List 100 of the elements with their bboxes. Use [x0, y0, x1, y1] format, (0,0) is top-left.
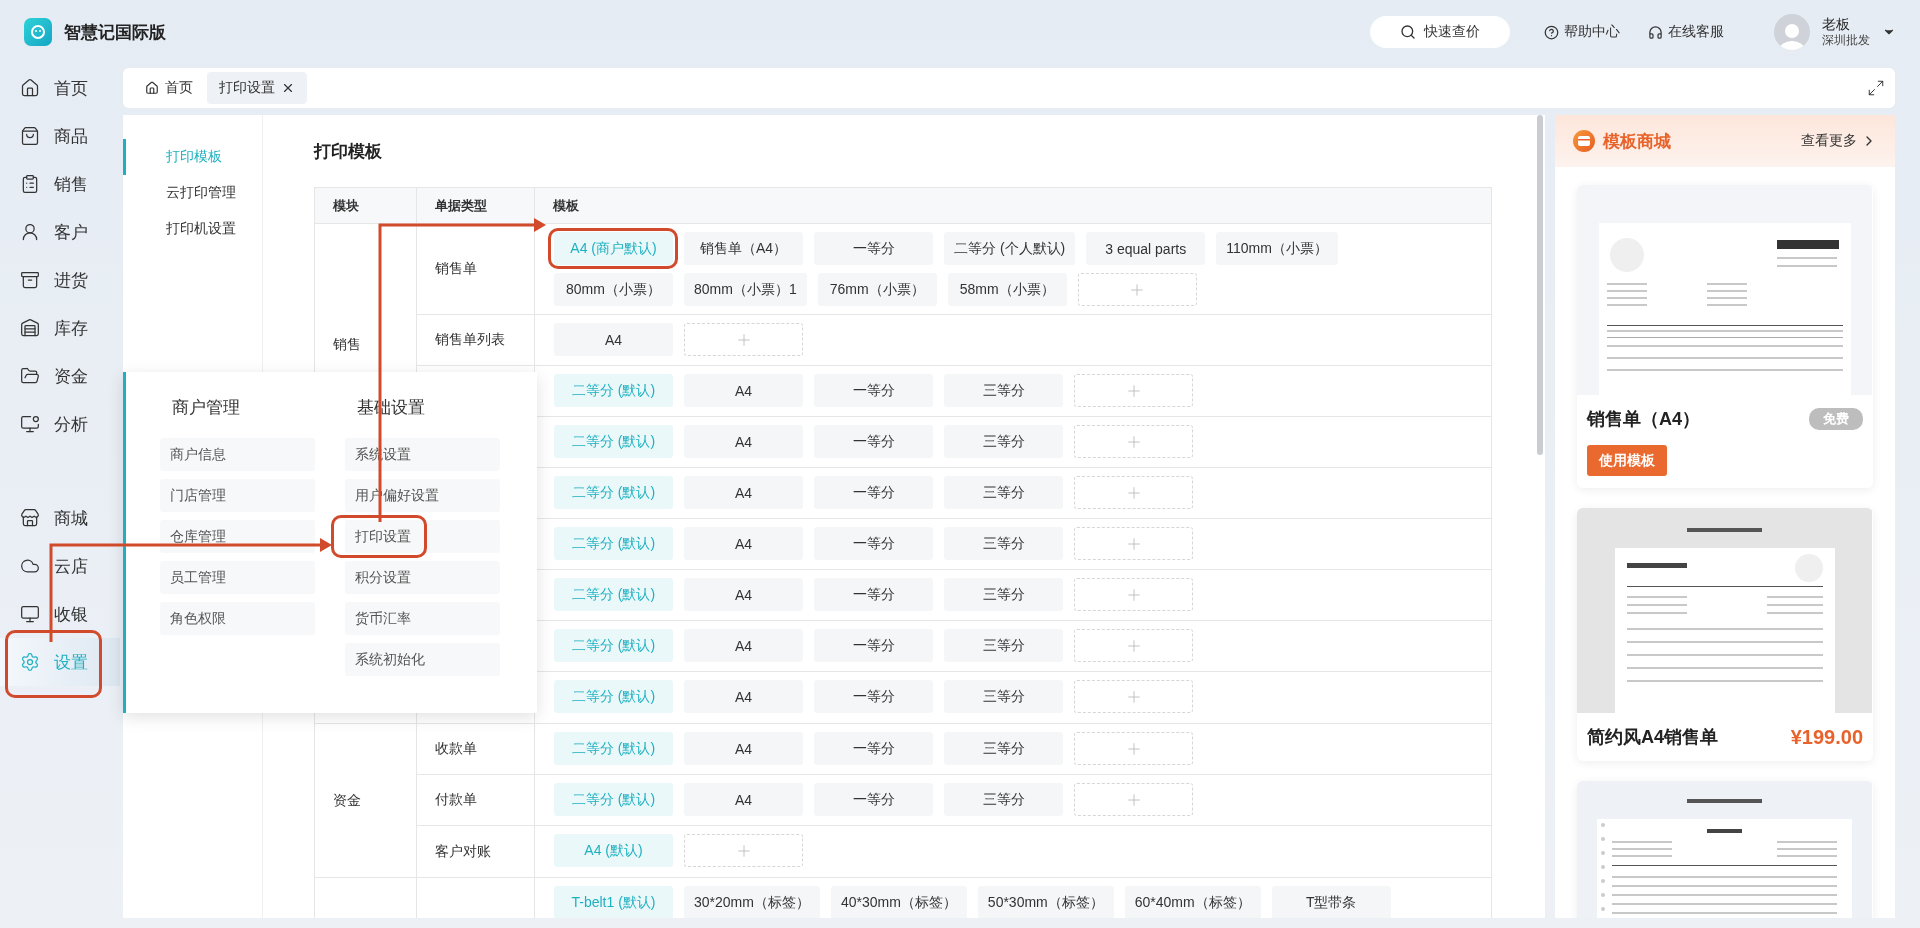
template-chip[interactable]: 80mm（小票）	[554, 273, 673, 306]
menu-item[interactable]: 商户信息	[160, 438, 315, 471]
menu-item[interactable]: 货币汇率	[345, 602, 500, 635]
avatar-icon[interactable]	[1774, 14, 1810, 50]
template-chip[interactable]: 76mm（小票）	[817, 273, 937, 306]
add-template-button[interactable]	[1074, 374, 1193, 407]
store-name: 深圳批发	[1822, 32, 1870, 48]
house-icon	[145, 81, 159, 95]
template-chip[interactable]: 60*40mm（标签）	[1124, 886, 1261, 918]
template-chip[interactable]: A4	[684, 578, 803, 611]
sidebar-item[interactable]: 云店	[0, 542, 120, 590]
view-more-link[interactable]: 查看更多	[1801, 132, 1877, 150]
sidebar-item[interactable]: 客户	[0, 208, 120, 256]
add-template-button[interactable]	[1074, 629, 1193, 662]
add-template-button[interactable]	[1077, 273, 1197, 306]
template-chip[interactable]: 一等分	[814, 732, 933, 765]
add-template-button[interactable]	[1074, 732, 1193, 765]
template-chip[interactable]: A4	[684, 680, 803, 713]
online-service-link[interactable]: 在线客服	[1640, 23, 1732, 41]
template-chip[interactable]: A4	[554, 323, 673, 356]
template-chip[interactable]: 三等分	[944, 629, 1063, 662]
template-chip[interactable]: 一等分	[814, 232, 933, 265]
template-chip[interactable]: A4	[684, 783, 803, 816]
document-type-cell: 付款单	[435, 791, 477, 809]
menu-item[interactable]: 打印设置	[345, 520, 500, 553]
template-chip[interactable]: 三等分	[944, 527, 1063, 560]
template-chip[interactable]: 一等分	[814, 783, 933, 816]
bag-icon	[20, 126, 40, 146]
template-chip[interactable]: 110mm（小票）	[1216, 232, 1338, 265]
sidebar-item[interactable]: 商城	[0, 494, 120, 542]
template-chip[interactable]: 一等分	[814, 527, 933, 560]
template-chip[interactable]: 三等分	[944, 425, 1063, 458]
fullscreen-icon[interactable]	[1867, 79, 1885, 97]
template-chip[interactable]: 一等分	[814, 425, 933, 458]
sidebar-item[interactable]: 商品	[0, 112, 120, 160]
template-chip[interactable]: A4	[684, 629, 803, 662]
add-template-button[interactable]	[1074, 425, 1193, 458]
store-icon	[20, 508, 40, 528]
user-icon	[20, 222, 40, 242]
template-chip[interactable]: A4	[684, 476, 803, 509]
add-template-button[interactable]	[684, 834, 803, 867]
template-chip[interactable]: 一等分	[814, 578, 933, 611]
menu-item[interactable]: 系统初始化	[345, 643, 500, 676]
app-name: 智慧记国际版	[64, 21, 166, 44]
sidebar-item[interactable]: 销售	[0, 160, 120, 208]
page-tab[interactable]: 首页	[133, 72, 205, 104]
add-template-button[interactable]	[1074, 680, 1193, 713]
template-store-title: 模板商城	[1603, 130, 1672, 153]
template-chip[interactable]: 一等分	[814, 629, 933, 662]
quick-price-button[interactable]: 快速查价	[1370, 16, 1510, 48]
template-chip[interactable]: A4	[684, 527, 803, 560]
menu-item[interactable]: 积分设置	[345, 561, 500, 594]
add-template-button[interactable]	[1074, 476, 1193, 509]
settings-nav-item[interactable]: 云打印管理	[123, 175, 262, 211]
sidebar-item[interactable]: 进货	[0, 256, 120, 304]
template-chip[interactable]: 30*20mm（标签）	[684, 886, 820, 918]
template-chip[interactable]: 三等分	[944, 374, 1063, 407]
add-template-button[interactable]	[1074, 578, 1193, 611]
store-icon	[1573, 130, 1595, 152]
add-template-button[interactable]	[684, 323, 803, 356]
template-chip[interactable]: 三等分	[944, 476, 1063, 509]
template-chip[interactable]: 58mm（小票）	[947, 273, 1067, 306]
menu-item[interactable]: 角色权限	[160, 602, 315, 635]
template-chip[interactable]: 3 equal parts	[1086, 232, 1206, 265]
add-template-button[interactable]	[1074, 783, 1193, 816]
app-logo-icon	[24, 18, 52, 46]
sidebar-item[interactable]: 资金	[0, 352, 120, 400]
help-icon	[1544, 24, 1559, 40]
template-chip[interactable]: 二等分 (个人默认)	[944, 232, 1076, 265]
template-chip[interactable]: 三等分	[944, 732, 1063, 765]
template-chip[interactable]: 一等分	[814, 374, 933, 407]
template-chip[interactable]: T型带条	[1271, 886, 1391, 918]
template-name: 销售单（A4）	[1587, 408, 1700, 431]
sidebar-item[interactable]: 分析	[0, 400, 120, 448]
column-header: 模板	[551, 196, 580, 215]
menu-item[interactable]: 员工管理	[160, 561, 315, 594]
template-chip[interactable]: A4	[684, 425, 803, 458]
template-chip[interactable]: 三等分	[944, 783, 1063, 816]
template-price: ¥199.00	[1790, 725, 1863, 749]
template-chip[interactable]: A4	[684, 374, 803, 407]
template-chip[interactable]: 销售单（A4）	[684, 232, 803, 265]
template-chip[interactable]: 三等分	[944, 680, 1063, 713]
template-chip[interactable]: 一等分	[814, 680, 933, 713]
sidebar-item[interactable]: 收银	[0, 590, 120, 638]
template-chip[interactable]: A4	[684, 732, 803, 765]
template-chip[interactable]: 一等分	[814, 476, 933, 509]
template-chip[interactable]: 三等分	[944, 578, 1063, 611]
help-center-link[interactable]: 帮助中心	[1536, 23, 1628, 41]
add-template-button[interactable]	[1074, 527, 1193, 560]
warehouse-icon	[20, 318, 40, 338]
menu-item[interactable]: 门店管理	[160, 479, 315, 512]
sidebar-item[interactable]: 库存	[0, 304, 120, 352]
settings-nav-item[interactable]: 打印机设置	[123, 211, 262, 247]
scrollbar[interactable]	[1537, 115, 1543, 455]
sidebar-item[interactable]: 首页	[0, 64, 120, 112]
page-tab[interactable]: 打印设置	[207, 72, 307, 104]
template-chip[interactable]: 40*30mm（标签）	[830, 886, 967, 918]
close-icon[interactable]	[281, 81, 295, 95]
template-chip[interactable]: 80mm（小票）1	[684, 273, 807, 306]
template-chip[interactable]: 50*30mm（标签）	[977, 886, 1114, 918]
